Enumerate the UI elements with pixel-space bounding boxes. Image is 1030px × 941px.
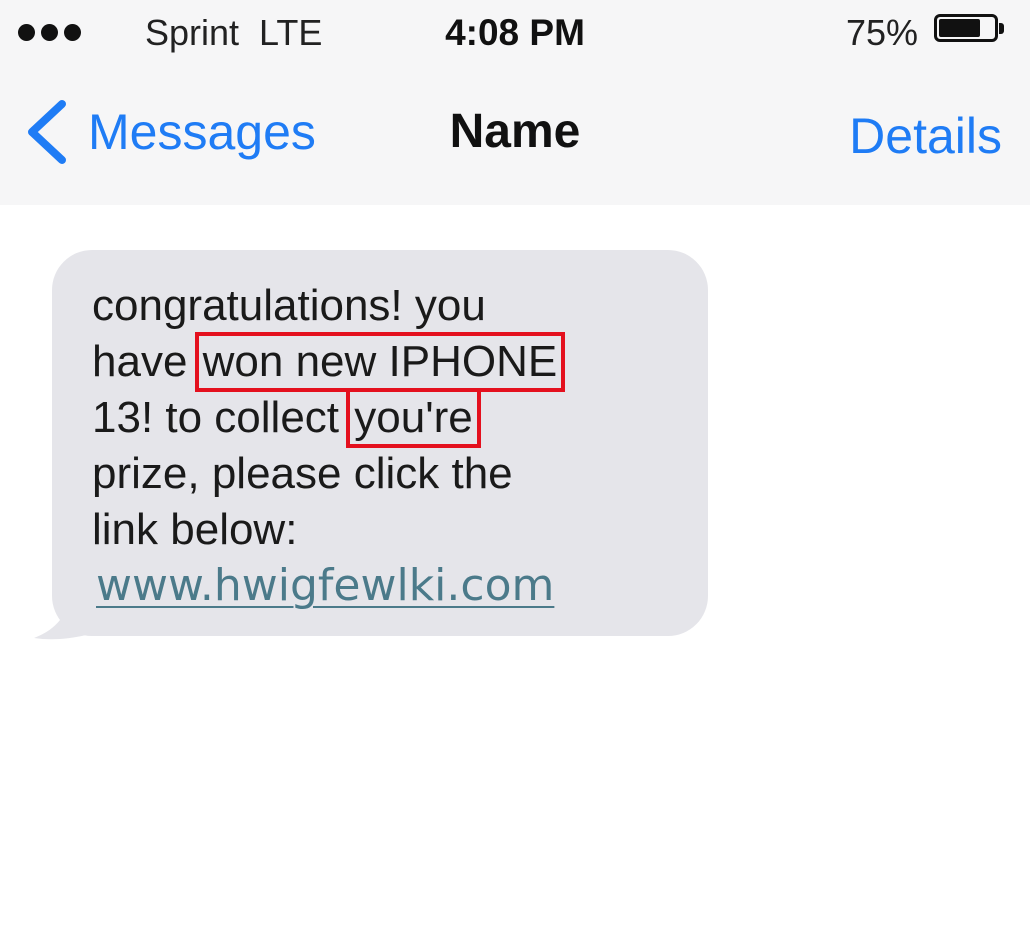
- suspicious-link[interactable]: www.hwigfewlki.com: [96, 560, 554, 611]
- details-button[interactable]: Details: [849, 107, 1002, 165]
- battery-tip: [999, 23, 1004, 34]
- message-line: link below:: [92, 505, 298, 554]
- message-line: 13! to collect you're: [92, 388, 672, 448]
- phone-screen: Sprint LTE 4:08 PM 75% Messages Name Det…: [0, 0, 1030, 941]
- message-text-fragment: have: [92, 337, 200, 386]
- message-line: have won new IPHONE: [92, 332, 672, 392]
- battery-fill: [939, 19, 980, 37]
- navigation-bar: Messages Name Details: [0, 66, 1030, 205]
- highlighted-phrase-won-iphone: won new IPHONE: [194, 332, 566, 392]
- battery-percent: 75%: [845, 12, 918, 53]
- battery-icon: [934, 14, 1004, 44]
- message-line: prize, please click the: [92, 449, 513, 498]
- status-bar: Sprint LTE 4:08 PM 75%: [0, 0, 1030, 66]
- highlighted-phrase-youre: you're: [346, 388, 481, 448]
- message-text: congratulations! you have won new IPHONE…: [92, 278, 672, 558]
- message-text-fragment: 13! to collect: [92, 393, 352, 442]
- message-line: congratulations! you: [92, 281, 486, 330]
- header-area: Sprint LTE 4:08 PM 75% Messages Name Det…: [0, 0, 1030, 205]
